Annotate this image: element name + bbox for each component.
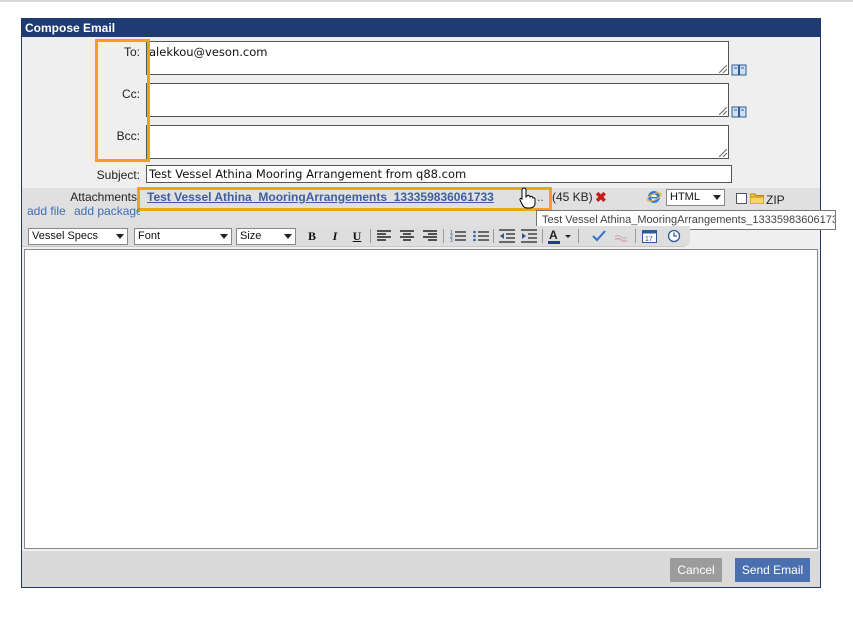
attachments-label: Attachments — [70, 190, 137, 204]
attachment-link[interactable]: Test Vessel Athina_MooringArrangements_1… — [147, 190, 494, 204]
zip-label: ZIP — [766, 193, 785, 207]
to-label: To: — [123, 45, 140, 59]
remove-format-icon[interactable] — [614, 229, 630, 243]
indent-icon[interactable] — [521, 229, 537, 243]
attachment-size: (45 KB) — [552, 190, 593, 204]
cc-field[interactable] — [146, 83, 729, 117]
top-divider — [0, 0, 853, 2]
calendar-icon[interactable]: 17 — [642, 229, 657, 243]
subject-field[interactable]: Test Vessel Athina Mooring Arrangement f… — [146, 165, 732, 183]
chevron-down-icon — [713, 195, 721, 200]
compose-email-window: Compose Email To: alekkou@veson.com Cc: … — [21, 18, 836, 588]
bcc-resize-grip[interactable] — [719, 149, 727, 157]
hand-cursor-icon — [519, 187, 536, 209]
font-select[interactable]: Font — [134, 228, 232, 245]
remove-attachment-icon[interactable]: ✖ — [595, 189, 607, 206]
svg-text:3: 3 — [450, 238, 453, 243]
cancel-button[interactable]: Cancel — [670, 558, 722, 582]
size-select-value: Size — [240, 230, 262, 242]
template-select-value: Vessel Specs — [32, 230, 99, 242]
toolbar-separator — [493, 229, 494, 243]
chevron-down-icon — [284, 234, 292, 239]
chevron-down-icon — [220, 234, 228, 239]
align-left-icon[interactable] — [377, 230, 391, 242]
svg-text:17: 17 — [645, 236, 653, 243]
to-field[interactable]: alekkou@veson.com — [146, 41, 729, 75]
email-body-editor[interactable] — [24, 249, 818, 549]
clock-icon[interactable] — [667, 229, 681, 243]
toolbar-separator — [370, 229, 371, 243]
align-right-icon[interactable] — [423, 230, 437, 242]
to-resize-grip[interactable] — [719, 65, 727, 73]
chevron-down-icon — [116, 234, 124, 239]
bcc-field[interactable] — [146, 125, 729, 159]
bcc-label: Bcc: — [116, 129, 140, 143]
add-file-link[interactable]: add file — [27, 204, 66, 218]
send-email-button[interactable]: Send Email — [735, 558, 810, 582]
add-package-link[interactable]: add package — [74, 204, 140, 218]
cc-resize-grip[interactable] — [719, 107, 727, 115]
font-select-value: Font — [138, 230, 161, 242]
format-select[interactable]: HTML — [666, 189, 725, 206]
underline-button[interactable]: U — [350, 228, 364, 244]
toolbar-separator — [578, 229, 579, 243]
align-center-icon[interactable] — [400, 230, 414, 242]
font-color-icon[interactable]: A — [548, 228, 572, 244]
template-select[interactable]: Vessel Specs — [28, 228, 128, 245]
address-book-icon[interactable] — [731, 106, 747, 118]
svg-text:A: A — [549, 228, 558, 242]
toolbar-separator — [635, 229, 636, 243]
spellcheck-icon[interactable] — [592, 229, 606, 243]
outdent-icon[interactable] — [499, 229, 515, 243]
size-select[interactable]: Size — [236, 228, 296, 245]
bold-button[interactable]: B — [305, 228, 319, 244]
bullet-list-icon[interactable] — [473, 229, 489, 243]
editor-toolbar: Vessel Specs Font Size B I U 123 A 17 — [22, 226, 690, 247]
window-title: Compose Email — [22, 19, 820, 37]
attachment-ellipsis: .. — [537, 190, 544, 204]
format-select-value: HTML — [670, 191, 700, 203]
numbered-list-icon[interactable]: 123 — [450, 229, 466, 243]
italic-button[interactable]: I — [328, 228, 342, 244]
toolbar-separator — [443, 229, 444, 243]
zip-checkbox[interactable] — [736, 193, 747, 204]
cc-label: Cc: — [122, 87, 140, 101]
address-book-icon[interactable] — [731, 64, 747, 76]
zip-folder-icon — [750, 193, 764, 204]
browser-e-icon[interactable] — [646, 189, 662, 205]
subject-label: Subject: — [96, 168, 140, 182]
toolbar-separator — [542, 229, 543, 243]
